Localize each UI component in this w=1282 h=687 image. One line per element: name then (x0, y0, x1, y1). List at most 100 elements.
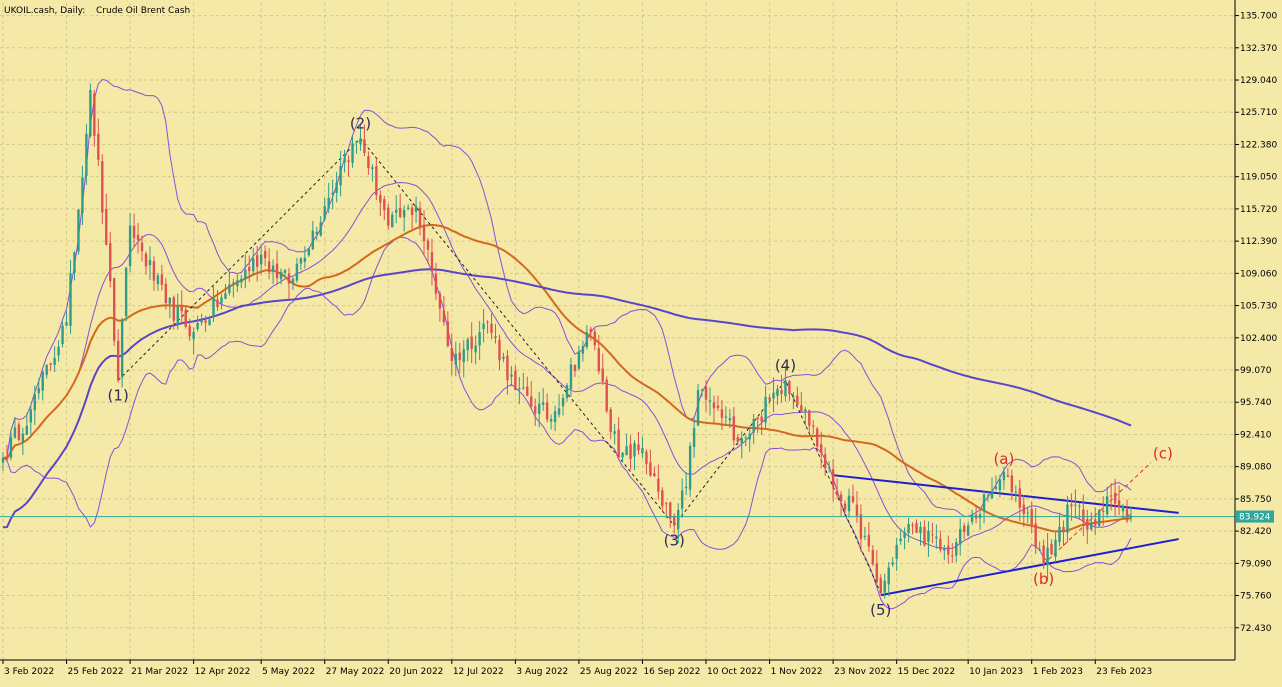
candle-body (931, 534, 934, 536)
candle-body (680, 490, 684, 509)
candle-body (208, 319, 211, 325)
candle-body (299, 258, 303, 264)
candle-body (1078, 505, 1081, 507)
x-tick-label: 3 Aug 2022 (516, 667, 568, 677)
candle-body (347, 160, 350, 162)
candle-body (398, 207, 402, 218)
candle-body (402, 209, 406, 218)
candle-body (534, 406, 537, 414)
candle-body (593, 331, 597, 346)
candle-body (696, 390, 700, 426)
candle-body (502, 356, 505, 359)
candle-body (752, 419, 755, 433)
candle-body (482, 323, 485, 330)
candle-body (490, 323, 493, 333)
candle-body (823, 454, 827, 469)
candle-body (692, 428, 696, 447)
candle-body (1030, 509, 1033, 526)
candle-body (1042, 545, 1045, 565)
candle-body (994, 486, 998, 489)
candle-body (196, 322, 199, 330)
candle-body (33, 394, 36, 411)
candle-body (728, 418, 732, 421)
candle-body (768, 397, 771, 400)
candle-body (383, 199, 386, 211)
candle-body (1062, 526, 1065, 533)
candle-body (105, 209, 108, 245)
y-tick-label: 79.090 (1240, 559, 1272, 569)
candle-body (454, 353, 457, 365)
candle-body (1, 457, 5, 463)
candle-body (645, 451, 648, 464)
candle-body (29, 409, 33, 423)
candle-body (184, 309, 187, 327)
candle-body (553, 411, 557, 423)
candle-body (283, 270, 287, 273)
candle-body (327, 197, 330, 209)
candle-body (458, 352, 461, 361)
candle-body (923, 527, 926, 546)
candle-body (45, 364, 48, 375)
candle-body (1014, 491, 1018, 493)
wave-label: (1) (108, 386, 129, 404)
candle-body (236, 280, 239, 287)
candle-body (962, 525, 966, 532)
candle-body (128, 225, 132, 267)
candle-body (816, 428, 819, 447)
candle-body (851, 496, 855, 502)
candle-body (601, 368, 604, 382)
candle-body (216, 299, 219, 308)
candle-body (391, 214, 394, 228)
candle-body (990, 491, 994, 499)
candle-body (756, 417, 759, 420)
candle-body (355, 141, 358, 143)
candle-body (581, 345, 585, 354)
x-tick-label: 23 Feb 2023 (1096, 667, 1152, 677)
pattern-lines (117, 137, 1179, 597)
candle-body (1109, 495, 1113, 497)
candle-body (426, 240, 430, 250)
candle-body (688, 446, 692, 490)
candle-body (855, 504, 859, 516)
candle-body (25, 425, 29, 435)
candle-body (343, 157, 346, 163)
candle-body (77, 209, 80, 252)
candle-body (847, 495, 851, 512)
candle-body (446, 321, 450, 346)
y-tick-label: 129.040 (1240, 76, 1277, 86)
y-tick-label: 75.760 (1240, 592, 1272, 602)
chart-window: 83.924 (1) (2) (3) (4) (5) (a) (b) (c) 135.700 1… (0, 0, 1282, 682)
candle-body (371, 167, 374, 170)
candle-body (1006, 475, 1010, 478)
y-tick-label: 89.080 (1240, 463, 1272, 473)
candle-body (1098, 509, 1101, 527)
candle-body (744, 437, 747, 439)
candle-body (708, 400, 712, 402)
candle-body (617, 429, 620, 458)
candle-body (970, 514, 974, 522)
candle-body (1046, 547, 1049, 566)
candle-body (649, 462, 652, 476)
current-price-label: 83.924 (1239, 513, 1271, 523)
candle-body (1058, 526, 1061, 543)
candle-body (1125, 508, 1129, 521)
candle-body (1050, 543, 1053, 555)
candle-body (144, 253, 148, 267)
y-tick-label: 122.380 (1240, 140, 1277, 150)
y-tick-label: 95.740 (1240, 398, 1272, 408)
y-tick-label: 125.710 (1240, 108, 1277, 118)
candle-body (712, 402, 716, 409)
candle-body (73, 252, 76, 274)
candle-body (474, 345, 477, 353)
candle-body (1038, 549, 1041, 551)
candle-body (951, 555, 954, 557)
candle-body (315, 231, 318, 235)
candle-body (867, 534, 871, 547)
candle-body (760, 416, 763, 422)
y-tick-label: 92.410 (1240, 430, 1272, 440)
candle-body (537, 403, 541, 414)
candle-body (89, 90, 92, 137)
candle-body (259, 254, 263, 265)
chart-symbol: UKOIL.cash, Daily: (4, 6, 85, 16)
candle-body (819, 444, 823, 454)
